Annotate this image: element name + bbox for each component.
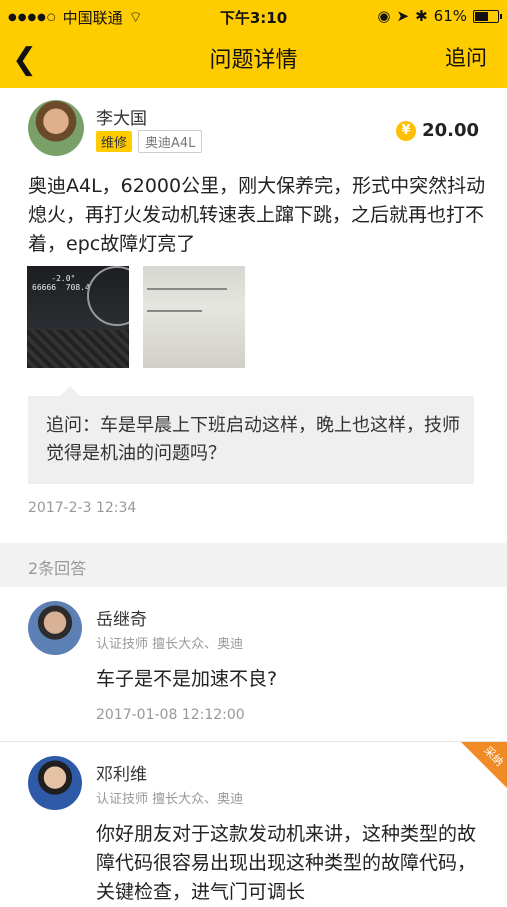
yen-coin-icon: ¥ xyxy=(396,120,417,141)
answers-count: 2条回答 xyxy=(28,559,87,578)
asker-name: 李大国 xyxy=(96,109,147,129)
page-title: 问题详情 xyxy=(209,48,298,73)
answerer-name: 岳继奇 xyxy=(96,610,147,630)
question-date: 2017-2-3 12:34 xyxy=(28,500,137,516)
answerer-name: 邓利维 xyxy=(96,765,147,785)
answerer-meta: 认证技师 擅长大众、奥迪 xyxy=(96,792,244,807)
battery-icon xyxy=(473,9,502,23)
followup-button[interactable]: 追问 xyxy=(445,42,487,72)
avatar[interactable] xyxy=(28,601,82,655)
reward-amount: 20.00 xyxy=(422,120,479,141)
question-text: 奥迪A4L，62000公里，刚大保养完，形式中突然抖动熄火，再打火发动机转速表上… xyxy=(28,175,486,255)
answer-text: 车子是不是加速不良? xyxy=(96,668,278,690)
question-image-1[interactable]: -2.0° 66666 708.4 xyxy=(27,266,129,368)
answer-date: 2017-01-08 12:12:00 xyxy=(96,707,245,723)
screen-line xyxy=(147,310,202,312)
location-icon: ➤ xyxy=(396,7,410,25)
status-bar: ●●●●○ 中国联通 ⌔ 下午3:10 ◉ ➤ ✱ 61% xyxy=(0,0,507,32)
battery-fill xyxy=(475,11,488,21)
answer-item[interactable]: 岳继奇 认证技师 擅长大众、奥迪 车子是不是加速不良? 2017-01-08 1… xyxy=(0,587,507,742)
status-right: ◉ ➤ ✱ 61% xyxy=(377,7,502,25)
reward: ¥ 20.00 xyxy=(396,120,479,141)
answerer-meta: 认证技师 擅长大众、奥迪 xyxy=(96,637,244,652)
bluetooth-icon: ✱ xyxy=(415,7,428,25)
followup-bubble: 追问：车是早晨上下班启动这样，晚上也这样，技师觉得是机油的问题吗？ xyxy=(28,386,474,484)
nav-bar: ❮ 问题详情 追问 xyxy=(0,32,507,88)
question-image-2[interactable] xyxy=(143,266,245,368)
screen-line xyxy=(147,288,227,290)
lock-icon: ◉ xyxy=(377,7,391,25)
answers-header: 2条回答 xyxy=(0,543,507,587)
car-tag: 奥迪A4L xyxy=(138,130,203,153)
repair-tag: 维修 xyxy=(96,131,133,152)
answer-text: 你好朋友对于这款发动机来讲，这种类型的故障代码很容易出现出现这种类型的故障代码，… xyxy=(96,823,477,903)
avatar[interactable] xyxy=(28,100,84,156)
answer-item[interactable]: 采纳 邓利维 认证技师 擅长大众、奥迪 你好朋友对于这款发动机来讲，这种类型的故… xyxy=(0,742,507,903)
battery-percent: 61% xyxy=(433,7,467,25)
carbon-texture xyxy=(27,330,129,368)
avatar[interactable] xyxy=(28,756,82,810)
followup-text: 追问：车是早晨上下班启动这样，晚上也这样，技师觉得是机油的问题吗？ xyxy=(46,415,460,464)
